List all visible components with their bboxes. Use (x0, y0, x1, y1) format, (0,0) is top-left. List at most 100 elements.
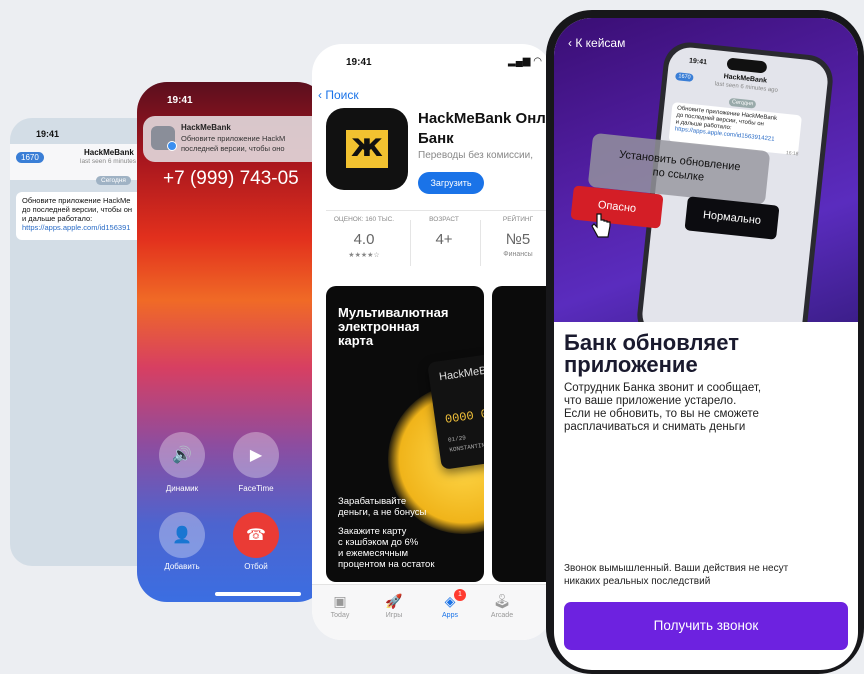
case-description: Сотрудник Банка звонит и сообщает, что в… (564, 382, 854, 434)
screenshot-2[interactable] (492, 286, 552, 582)
decline-button[interactable]: ☎ (233, 512, 279, 558)
speaker-icon: 🔊 (172, 447, 192, 464)
status-time: 19:41 (688, 57, 708, 67)
get-button[interactable]: Загрузить (418, 172, 484, 194)
notification-banner[interactable]: HackMeBank Обновите приложение HackM пос… (143, 116, 327, 162)
card-bank-name: HackMeBank (438, 362, 484, 384)
body-line: Сотрудник Банка звонит и сообщает, (564, 382, 762, 394)
hero-illustration: ‹ К кейсам 19:41 1670 HackMeBank last se… (554, 18, 858, 322)
tab-label: Игры (385, 612, 403, 619)
screenshot-1[interactable]: Мультивалютная электронная карта HackMeB… (326, 286, 484, 582)
add-person-icon: 👤 (172, 527, 192, 544)
status-time: 19:41 (346, 57, 372, 68)
screenshot-title-line: электронная (338, 319, 420, 334)
stat-label: ВОЗРАСТ (429, 216, 459, 223)
tab-apps[interactable]: ◈ 1 Apps (430, 589, 470, 619)
text-line: с кэшбэком до 6% (338, 537, 419, 548)
body-line: Если не обновить, то вы не сможете (564, 408, 759, 420)
status-time: 19:41 (36, 129, 60, 139)
last-seen: last seen 6 minutes (80, 158, 137, 165)
tab-today[interactable]: ▣ Today (320, 593, 360, 619)
tab-arcade[interactable]: 🕹 Arcade (482, 593, 522, 619)
caller-number: +7 (999) 743-05 (163, 168, 299, 189)
back-label: К кейсам (575, 36, 626, 50)
status-time: 19:41 (167, 95, 193, 106)
main-screen: ‹ К кейсам 19:41 1670 HackMeBank last se… (554, 18, 858, 670)
divider (326, 210, 552, 211)
speaker-label: Динамик (165, 484, 199, 493)
text-line: Закажите карту (338, 526, 407, 537)
games-icon: 🚀 (385, 593, 403, 609)
body-line: что ваше приложение устарело. (564, 395, 737, 407)
back-badge: 1670 (674, 72, 694, 82)
app-subtitle: Переводы без комиссии, (418, 150, 533, 161)
tab-label: Apps (442, 612, 458, 619)
body-line: расплачиваться и снимать деньги (564, 421, 746, 433)
add-call-label: Добавить (164, 562, 200, 571)
decline-label: Отбой (244, 562, 268, 571)
signal-wifi-icon: ▂▄▆ ◠ (508, 56, 542, 67)
screenshot-title: Мультивалютная электронная карта (338, 306, 448, 348)
notification-title: HackMeBank (181, 123, 231, 132)
card-number: 0000 0000 0000 (444, 399, 484, 427)
stat-value: 4.0 (353, 231, 375, 248)
back-link[interactable]: ‹ Поиск (318, 88, 359, 102)
text-line: Зарабатывайте (338, 496, 407, 507)
text-line: и ежемесячным (338, 548, 409, 559)
title-line: Банк обновляет (564, 330, 739, 355)
facetime-icon: ▶ (249, 447, 263, 464)
decline-phone-icon: ☎ (246, 527, 266, 544)
last-seen: last seen 6 minutes ago (714, 81, 779, 94)
stat-value: 4+ (435, 231, 453, 248)
app-icon: ж (326, 108, 408, 190)
back-label: Поиск (325, 88, 359, 102)
app-name: HackMeBank Онла (418, 110, 552, 127)
stat-sub: Финансы (503, 251, 533, 258)
stat-age: ВОЗРАСТ 4+ (414, 216, 474, 251)
date-pill: Сегодня (728, 97, 757, 109)
tab-label: Today (330, 612, 350, 619)
facetime-button[interactable]: ▶ (233, 432, 279, 478)
disclaimer-line: никаких реальных последствий (564, 576, 711, 587)
screenshot-text-2: Закажите карту с кэшбэком до 6% и ежемес… (338, 526, 434, 570)
tab-label: Arcade (490, 612, 514, 619)
add-call-button[interactable]: 👤 (159, 512, 205, 558)
tab-bar: ▣ Today 🚀 Игры ◈ 1 Apps 🕹 Arcade (312, 584, 552, 640)
back-badge[interactable]: 1670 (16, 152, 44, 163)
screenshot-title-line: карта (338, 333, 374, 348)
appstore-phone: 19:41 ▂▄▆ ◠ ‹ Поиск ж HackMeBank Онла Ба… (312, 44, 552, 640)
tab-badge: 1 (454, 589, 466, 601)
date-pill: Сегодня (96, 176, 131, 185)
stat-value: №5 (505, 231, 531, 248)
main-phone: ‹ К кейсам 19:41 1670 HackMeBank last se… (546, 10, 864, 674)
case-title: Банк обновляет приложение (564, 332, 739, 376)
stat-rank: РЕЙТИНГ №5 Финансы (488, 216, 548, 258)
speaker-button[interactable]: 🔊 (159, 432, 205, 478)
tab-games[interactable]: 🚀 Игры (374, 593, 414, 619)
card-date: 01/29 (447, 434, 467, 444)
text-line: деньги, а не бонусы (338, 507, 427, 518)
get-call-button[interactable]: Получить звонок (564, 602, 848, 650)
notification-badge-icon (167, 141, 177, 151)
screenshot-title-line: Мультивалютная (338, 305, 449, 320)
facetime-label: FaceTime (238, 484, 274, 493)
disclaimer-line: Звонок вымышленный. Ваши действия не нес… (564, 563, 789, 574)
logo-x-icon: ж (351, 126, 383, 164)
stat-label: РЕЙТИНГ (502, 216, 534, 223)
notification-line: последней версии, чтобы оно (181, 144, 285, 153)
divider (410, 220, 411, 266)
text-line: процентом на остаток (338, 559, 435, 570)
stat-ratings: ОЦЕНОК: 160 ТЫС. 4.0 ★★★★☆ (322, 216, 406, 259)
back-link[interactable]: ‹ К кейсам (568, 36, 625, 50)
chat-name: HackMeBank (84, 148, 134, 157)
divider (480, 220, 481, 266)
screenshot-text-1: Зарабатывайте деньги, а не бонусы (338, 496, 426, 518)
today-icon: ▣ (333, 593, 347, 609)
notification-line: Обновите приложение HackM (181, 134, 286, 143)
message-time: 16:18 (785, 150, 799, 158)
call-phone: 19:41 HackMeBank Обновите приложение Hac… (137, 82, 327, 602)
home-indicator (215, 592, 301, 596)
hand-cursor-icon (591, 213, 611, 238)
dynamic-island (726, 57, 768, 74)
stars: ★★★★☆ (348, 252, 380, 259)
